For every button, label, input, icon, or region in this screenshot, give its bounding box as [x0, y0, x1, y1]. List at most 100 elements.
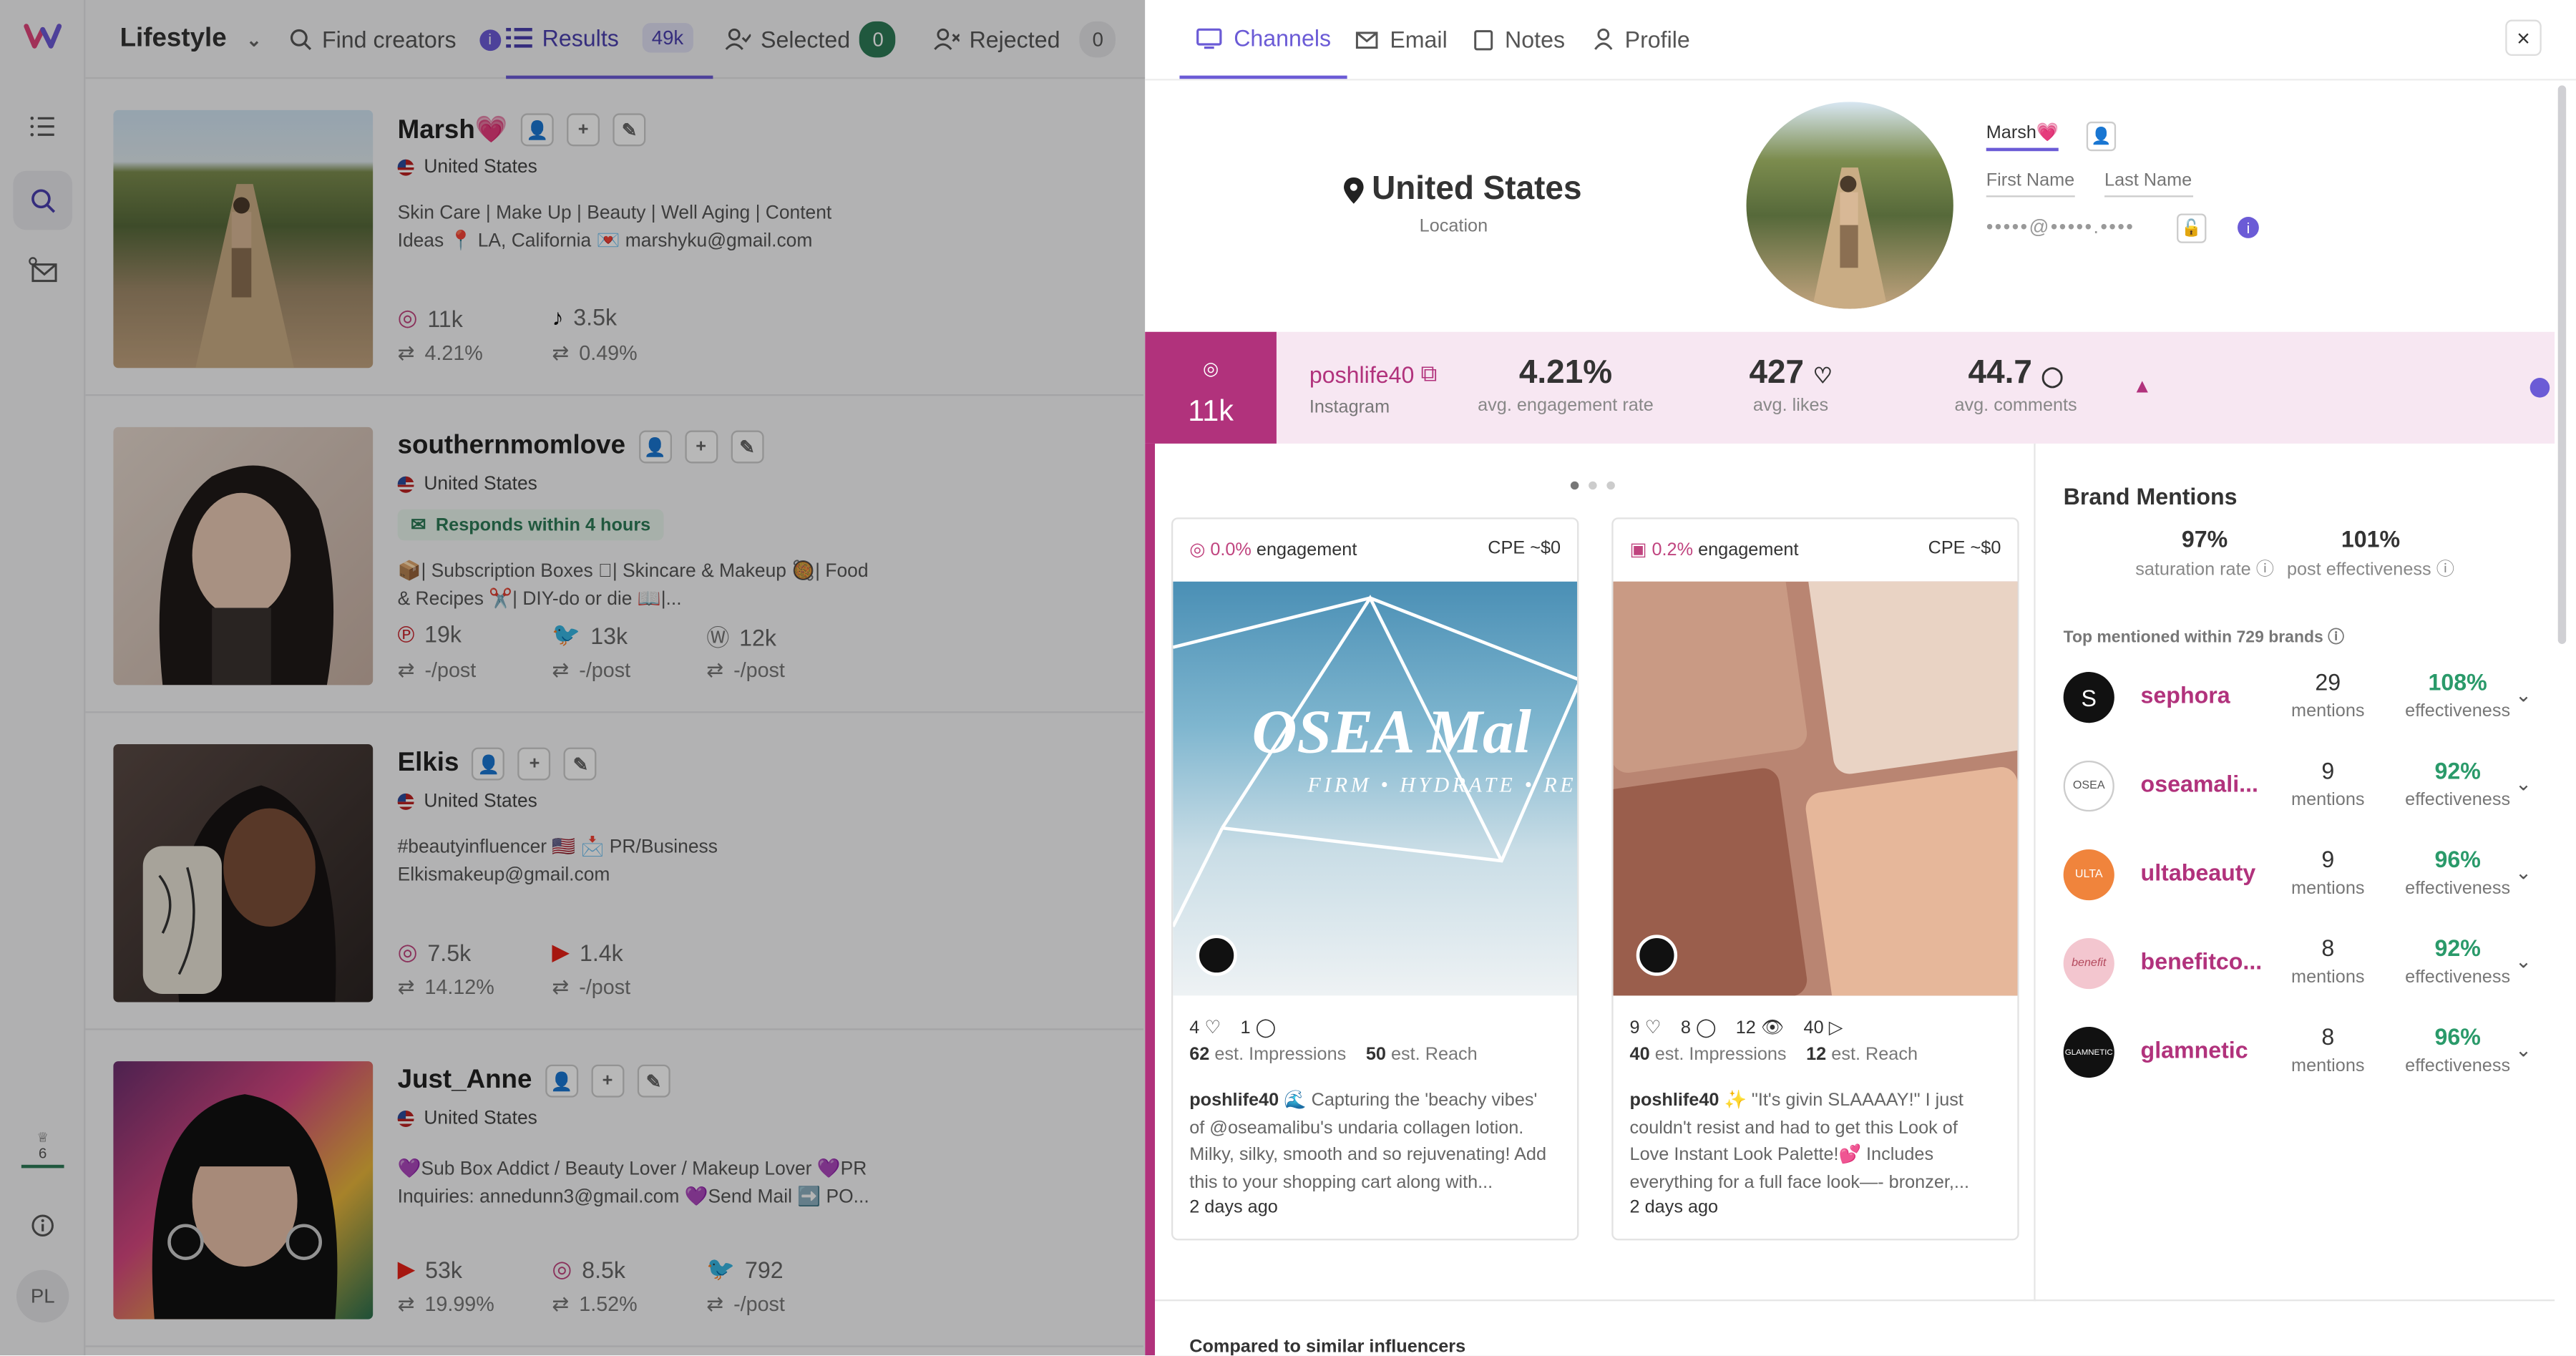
engagement-label: avg. engagement rate: [1478, 396, 1654, 416]
chevron-down-icon[interactable]: ⌄: [2515, 772, 2532, 795]
chevron-down-icon[interactable]: ⌄: [2515, 861, 2532, 884]
brand-row[interactable]: OSEA oseamali... 9 mentions 92% effectiveness…: [2063, 748, 2540, 836]
unlock-icon[interactable]: 🔓: [2177, 213, 2207, 243]
saturation-metric: 97% saturation rate ⓘ: [2114, 526, 2296, 582]
brand-mention-count: 8 mentions: [2267, 935, 2389, 987]
carousel-dot[interactable]: [1606, 481, 1615, 490]
post-card[interactable]: ▣ 0.2% engagement CPE ~$0 9 ♡ 8 ◯ 12 👁 40 ▷ …: [1611, 517, 2019, 1241]
post-image[interactable]: [1613, 581, 2018, 996]
tab-profile[interactable]: Profile: [1594, 0, 1690, 79]
brand-name[interactable]: oseamali...: [2141, 771, 2265, 797]
brand-logo-icon: S: [2063, 672, 2114, 723]
scrollbar[interactable]: [2557, 85, 2567, 644]
post-time: 2 days ago: [1629, 1197, 1719, 1218]
last-name-input[interactable]: [2104, 170, 2194, 197]
effectiveness-value: 92%: [2434, 757, 2481, 784]
brand-row[interactable]: Ssephora 29 mentions 108% effectiveness ⌄: [2063, 659, 2540, 748]
info-icon[interactable]: ⓘ: [2256, 560, 2274, 580]
info-icon[interactable]: ⓘ: [2436, 560, 2454, 580]
compared-heading: Compared to similar influencers: [1189, 1337, 1466, 1356]
comment-icon: ◯: [1695, 1018, 1717, 1039]
scroll-indicator-dot[interactable]: [2529, 378, 2550, 398]
impressions-label: est. Impressions: [1214, 1045, 1347, 1065]
creator-detail-panel: Channels Email Notes Profile × United St…: [1145, 0, 2576, 1356]
brand-name[interactable]: sephora: [2141, 682, 2265, 708]
comments-label: avg. comments: [1954, 396, 2077, 416]
modal-backdrop[interactable]: [0, 0, 1146, 1356]
carousel-dots[interactable]: [1570, 481, 1615, 490]
followers-count: 11k: [1188, 394, 1234, 427]
tab-label: Profile: [1624, 26, 1690, 53]
post-impressions: 40: [1629, 1045, 1650, 1065]
comments-value: 44.7: [1968, 354, 2032, 391]
tab-email[interactable]: Email: [1355, 0, 1448, 79]
channel-accent-bar: [1145, 443, 1156, 1356]
profile-name[interactable]: Marsh💗: [1986, 122, 2059, 152]
collapse-chevron-icon[interactable]: ▲: [2132, 374, 2152, 397]
user-icon: [1594, 28, 1613, 50]
post-image-text: OSEA Mal: [1252, 698, 1531, 768]
channel-handle-link[interactable]: poshlife40 ⧉: [1309, 360, 1438, 388]
brand-row[interactable]: ULTA ultabeauty 9 mentions 96% effectiveness ⌄: [2063, 836, 2540, 925]
effectiveness-label: effectiveness: [2405, 967, 2511, 987]
heart-icon: ♡: [1644, 1018, 1662, 1039]
play-icon: ▷: [1828, 1018, 1843, 1039]
location-text: United States: [1372, 170, 1582, 208]
post-comments: 8: [1680, 1018, 1691, 1039]
location-label: Location: [1419, 217, 1488, 237]
mention-count-value: 9: [2321, 846, 2335, 873]
first-name-input[interactable]: [1986, 170, 2075, 197]
brand-mention-count: 9 mentions: [2267, 846, 2389, 898]
mail-icon: [1355, 31, 1378, 48]
top-mentioned-label: Top mentioned within 729 brands ⓘ: [2064, 623, 2344, 647]
heart-icon: ♡: [1204, 1018, 1221, 1039]
eye-icon: 👁: [1760, 1018, 1784, 1039]
brand-row[interactable]: GLAMNETIC glamnetic 8 mentions 96% effectiven…: [2063, 1014, 2540, 1103]
post-author[interactable]: poshlife40: [1189, 1091, 1279, 1111]
profile-avatar[interactable]: [1746, 102, 1953, 309]
map-pin-icon: [1344, 176, 1364, 203]
post-image[interactable]: OSEA Mal FIRM • HYDRATE • REV: [1173, 581, 1578, 996]
brand-row[interactable]: benefit benefitco... 8 mentions 92% effective…: [2063, 925, 2540, 1014]
tab-notes[interactable]: Notes: [1473, 0, 1565, 79]
brand-mention-count: 29 mentions: [2267, 668, 2389, 721]
post-views: 12: [1735, 1018, 1756, 1039]
avatar-icon: [1196, 935, 1237, 976]
brand-mention-count: 8 mentions: [2267, 1023, 2389, 1075]
effectiveness-value: 108%: [2428, 668, 2487, 696]
instagram-channel-tab[interactable]: ◎ 11k: [1145, 331, 1277, 444]
post-card[interactable]: ◎ 0.0% engagement CPE ~$0 OSEA Mal FIRM •…: [1171, 517, 1579, 1241]
info-icon[interactable]: i: [2238, 217, 2259, 238]
comment-icon: ◯: [1255, 1018, 1276, 1039]
brand-mentions-title: Brand Mentions: [2063, 482, 2238, 509]
info-icon[interactable]: ⓘ: [2328, 629, 2344, 647]
post-author[interactable]: poshlife40: [1630, 1091, 1719, 1111]
mention-count-label: mentions: [2291, 967, 2365, 987]
effectiveness-value: 92%: [2434, 935, 2481, 962]
brand-name[interactable]: benefitco...: [2141, 948, 2265, 975]
brand-logo-icon: GLAMNETIC: [2063, 1026, 2114, 1078]
chevron-down-icon[interactable]: ⌄: [2515, 950, 2532, 972]
post-cpe: CPE ~$0: [1928, 539, 2001, 559]
brand-name[interactable]: glamnetic: [2141, 1037, 2265, 1063]
carousel-dot-active[interactable]: [1570, 481, 1579, 490]
chevron-down-icon[interactable]: ⌄: [2515, 1038, 2532, 1061]
add-user-icon[interactable]: 👤: [2086, 121, 2117, 152]
reach-label: est. Reach: [1390, 1045, 1478, 1065]
brand-logo-icon: ULTA: [2063, 849, 2114, 901]
chevron-down-icon[interactable]: ⌄: [2515, 683, 2532, 706]
section-divider: [2034, 443, 2036, 1302]
post-effectiveness-metric: 101% post effectiveness ⓘ: [2278, 526, 2462, 582]
brand-name[interactable]: ultabeauty: [2141, 859, 2265, 886]
carousel-dot[interactable]: [1589, 481, 1597, 490]
heart-icon: ♡: [1813, 363, 1833, 388]
post-reach: 12: [1806, 1045, 1827, 1065]
instagram-icon: ◎: [1189, 540, 1206, 560]
effectiveness-label: effectiveness: [2405, 701, 2511, 721]
post-likes: 4: [1189, 1018, 1200, 1039]
effectiveness-label: effectiveness: [2405, 879, 2511, 899]
likes-value: 427: [1749, 354, 1805, 391]
close-button[interactable]: ×: [2505, 19, 2542, 57]
tab-channels[interactable]: Channels: [1179, 0, 1347, 79]
brand-effectiveness: 108% effectiveness: [2392, 668, 2524, 721]
